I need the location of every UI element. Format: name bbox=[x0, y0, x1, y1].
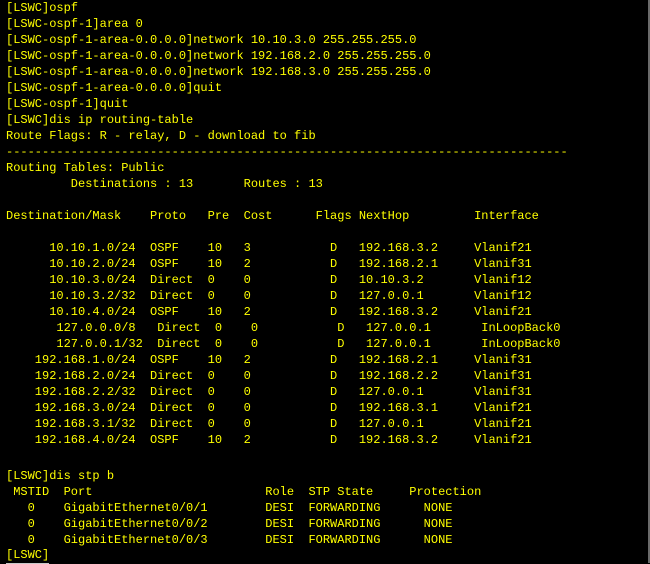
terminal-line: [LSWC-ospf-1-area-0.0.0.0]network 10.10.… bbox=[6, 33, 417, 47]
routing-table-row: 192.168.1.0/24 OSPF 10 2 D 192.168.2.1 V… bbox=[6, 353, 532, 367]
terminal-line: [LSWC]dis ip routing-table bbox=[6, 113, 194, 127]
terminal-line: [LSWC-ospf-1-area-0.0.0.0]quit bbox=[6, 81, 223, 95]
stp-table-row: 0 GigabitEthernet0/0/1 DESI FORWARDING N… bbox=[6, 501, 453, 515]
routing-table-row: 192.168.4.0/24 OSPF 10 2 D 192.168.3.2 V… bbox=[6, 433, 532, 447]
routing-table-header: Destination/Mask Proto Pre Cost Flags Ne… bbox=[6, 209, 539, 223]
routing-table-row: 10.10.2.0/24 OSPF 10 2 D 192.168.2.1 Vla… bbox=[6, 257, 532, 271]
terminal-line: [LSWC-ospf-1-area-0.0.0.0]network 192.16… bbox=[6, 65, 431, 79]
routing-table-row: 192.168.3.1/32 Direct 0 0 D 127.0.0.1 Vl… bbox=[6, 417, 532, 431]
terminal-line: [LSWC-ospf-1-area-0.0.0.0]network 192.16… bbox=[6, 49, 431, 63]
terminal-line: Routing Tables: Public bbox=[6, 161, 165, 175]
terminal-line: [LSWC-ospf-1]quit bbox=[6, 97, 129, 111]
stp-table-row: 0 GigabitEthernet0/0/3 DESI FORWARDING N… bbox=[6, 533, 453, 547]
stp-table-header: MSTID Port Role STP State Protection bbox=[6, 485, 482, 499]
terminal-line: Route Flags: R - relay, D - download to … bbox=[6, 129, 316, 143]
terminal-line: [LSWC-ospf-1]area 0 bbox=[6, 17, 143, 31]
routing-table-row: 192.168.2.0/24 Direct 0 0 D 192.168.2.2 … bbox=[6, 369, 532, 383]
separator-line: ----------------------------------------… bbox=[6, 145, 568, 159]
terminal-window[interactable]: [LSWC]ospf [LSWC-ospf-1]area 0 [LSWC-osp… bbox=[0, 0, 650, 564]
routing-table-row: 192.168.3.0/24 Direct 0 0 D 192.168.3.1 … bbox=[6, 401, 532, 415]
stp-table-row: 0 GigabitEthernet0/0/2 DESI FORWARDING N… bbox=[6, 517, 453, 531]
routing-table-row: 10.10.1.0/24 OSPF 10 3 D 192.168.3.2 Vla… bbox=[6, 241, 532, 255]
routing-table-row: 10.10.3.2/32 Direct 0 0 D 127.0.0.1 Vlan… bbox=[6, 289, 532, 303]
routing-table-row: 127.0.0.0/8 Direct 0 0 D 127.0.0.1 InLoo… bbox=[6, 321, 561, 335]
routing-table-row: 10.10.4.0/24 OSPF 10 2 D 192.168.3.2 Vla… bbox=[6, 305, 532, 319]
routing-table-row: 10.10.3.0/24 Direct 0 0 D 10.10.3.2 Vlan… bbox=[6, 273, 532, 287]
terminal-line: [LSWC]dis stp b bbox=[6, 469, 115, 483]
terminal-line: [LSWC]ospf bbox=[6, 1, 79, 15]
routing-table-row: 127.0.0.1/32 Direct 0 0 D 127.0.0.1 InLo… bbox=[6, 337, 561, 351]
routing-table-row: 192.168.2.2/32 Direct 0 0 D 127.0.0.1 Vl… bbox=[6, 385, 532, 399]
command-prompt[interactable]: [LSWC] bbox=[6, 547, 50, 564]
terminal-line: Destinations : 13 Routes : 13 bbox=[6, 177, 323, 191]
